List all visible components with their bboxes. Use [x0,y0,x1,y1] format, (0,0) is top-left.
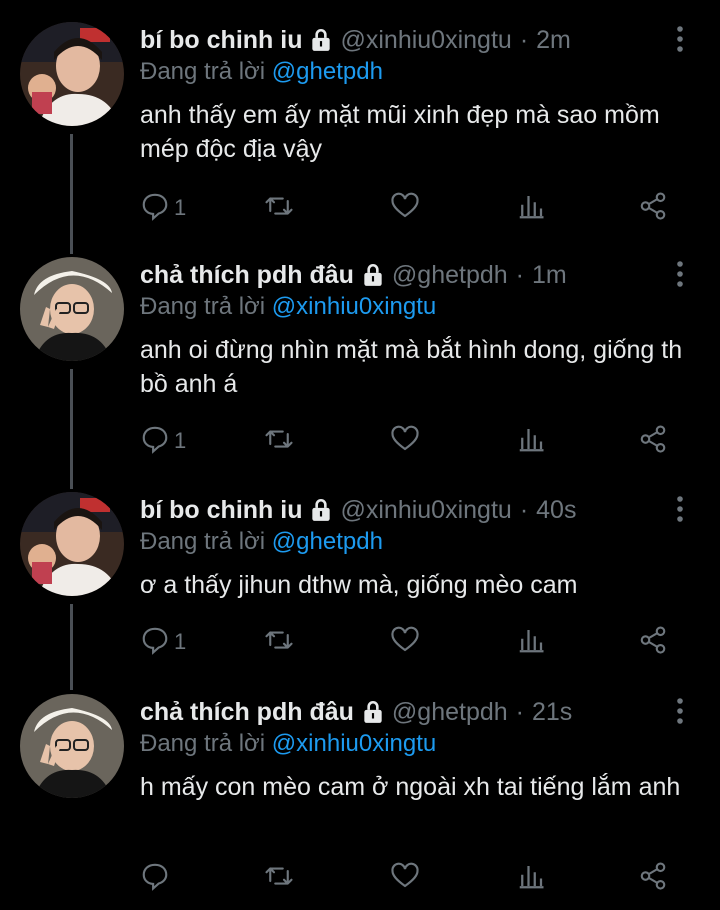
replying-to-label: Đang trả lời [140,293,266,320]
replying-to: Đang trả lời @xinhiu0xingtu [140,293,436,321]
share-icon [638,191,668,226]
more-vertical-icon[interactable] [668,24,692,54]
tweet-text: h mấy con mèo cam ở ngoài xh tai tiếng l… [140,773,681,801]
reply-icon [140,861,170,896]
retweet-button[interactable] [264,858,294,898]
replying-to-label: Đang trả lời [140,58,266,85]
more-vertical-icon[interactable] [668,259,692,289]
timestamp[interactable]: 40s [536,496,576,525]
analytics-button[interactable] [516,188,546,228]
separator-dot: · [519,495,529,524]
display-name[interactable]: bí bo chinh iu [140,496,302,525]
action-bar: 1 [140,188,700,228]
separator-dot: · [519,25,529,54]
tweet-text: ơ a thấy jihun dthw mà, giống mèo cam [140,571,578,599]
like-icon [390,625,420,660]
action-bar [140,858,700,898]
like-button[interactable] [390,188,420,228]
reply-button[interactable]: 1 [140,622,186,662]
share-button[interactable] [638,622,668,662]
analytics-icon [516,424,546,459]
analytics-icon [516,625,546,660]
share-button[interactable] [638,858,668,898]
handle[interactable]: @ghetpdh [392,261,508,290]
display-name[interactable]: chả thích pdh đâu [140,698,354,727]
avatar[interactable] [20,492,124,596]
like-button[interactable] [390,421,420,461]
handle[interactable]: @xinhiu0xingtu [340,26,511,55]
share-button[interactable] [638,188,668,228]
lock-icon [308,27,334,53]
analytics-button[interactable] [516,858,546,898]
replying-to-label: Đang trả lời [140,730,266,757]
thread-line [70,369,73,489]
reply-count: 1 [174,629,187,654]
mention-link[interactable]: @ghetpdh [272,528,383,555]
mention-link[interactable]: @xinhiu0xingtu [272,730,436,757]
lock-icon [308,497,334,523]
avatar[interactable] [20,257,124,361]
retweet-button[interactable] [264,421,294,461]
share-icon [638,625,668,660]
lock-icon [360,699,386,725]
replying-to-label: Đang trả lời [140,528,266,555]
reply-count: 1 [174,428,187,453]
replying-to: Đang trả lời @ghetpdh [140,528,383,556]
retweet-icon [264,424,294,459]
tweet-header: chả thích pdh đâu @ghetpdh · 21s [140,694,572,730]
like-icon [390,191,420,226]
avatar[interactable] [20,694,124,798]
action-bar: 1 [140,421,700,461]
analytics-icon [516,861,546,896]
share-button[interactable] [638,421,668,461]
separator-dot: · [515,697,524,726]
mention-link[interactable]: @xinhiu0xingtu [272,293,436,320]
retweet-button[interactable] [264,188,294,228]
reply-button[interactable]: 1 [140,421,186,461]
timestamp[interactable]: 21s [532,698,572,727]
reply-count: 1 [174,195,187,220]
thread-line [70,604,73,690]
like-icon [390,861,420,896]
more-vertical-icon[interactable] [668,494,692,524]
display-name[interactable]: bí bo chinh iu [140,26,302,55]
analytics-icon [516,191,546,226]
timestamp[interactable]: 2m [536,26,571,55]
retweet-icon [264,861,294,896]
action-bar: 1 [140,622,700,662]
like-icon [390,424,420,459]
tweet-header: bí bo chinh iu @xinhiu0xingtu · 40s [140,492,576,528]
tweet-header: chả thích pdh đâu @ghetpdh · 1m [140,257,567,293]
more-vertical-icon[interactable] [668,696,692,726]
handle[interactable]: @xinhiu0xingtu [340,496,511,525]
replying-to: Đang trả lời @ghetpdh [140,58,383,86]
reply-icon [140,191,170,226]
avatar[interactable] [20,22,124,126]
share-icon [638,424,668,459]
reply-icon [140,625,170,660]
analytics-button[interactable] [516,622,546,662]
retweet-button[interactable] [264,622,294,662]
replying-to: Đang trả lời @xinhiu0xingtu [140,730,436,758]
mention-link[interactable]: @ghetpdh [272,58,383,85]
share-icon [638,861,668,896]
retweet-icon [264,191,294,226]
analytics-button[interactable] [516,421,546,461]
separator-dot: · [515,260,524,289]
tweet-header: bí bo chinh iu @xinhiu0xingtu · 2m [140,22,571,58]
reply-button[interactable]: 1 [140,188,186,228]
thread-line [70,134,73,254]
reply-icon [140,424,170,459]
tweet-text: anh thấy em ấy mặt mũi xinh đẹp mà sao m… [140,101,660,163]
reply-button[interactable] [140,858,174,898]
timestamp[interactable]: 1m [532,261,567,290]
like-button[interactable] [390,858,420,898]
tweet-text: anh oi đừng nhìn mặt mà bắt hình dong, g… [140,336,683,398]
lock-icon [360,262,386,288]
retweet-icon [264,625,294,660]
display-name[interactable]: chả thích pdh đâu [140,261,354,290]
handle[interactable]: @ghetpdh [392,698,508,727]
like-button[interactable] [390,622,420,662]
